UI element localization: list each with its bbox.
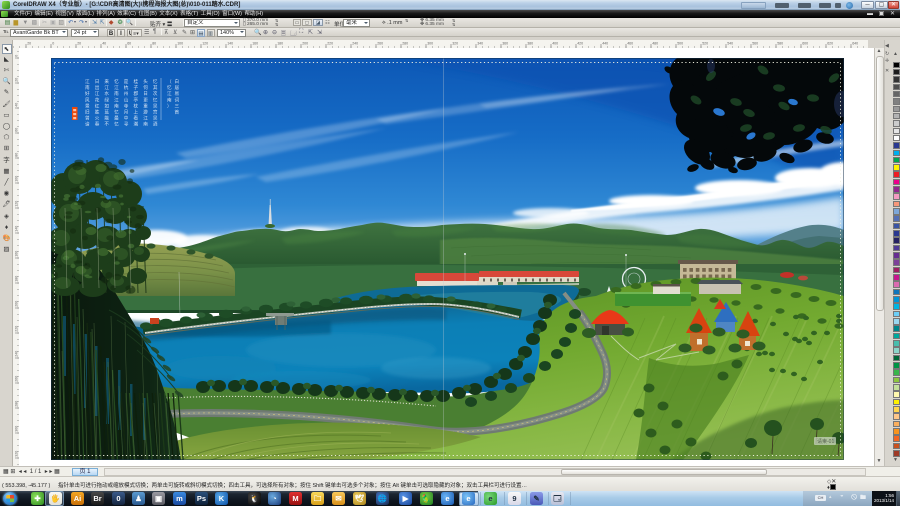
svg-text:100: 100 xyxy=(14,176,18,182)
svg-text:请柬-01: 请柬-01 xyxy=(817,438,834,445)
svg-text:40: 40 xyxy=(102,42,106,46)
svg-text:20: 20 xyxy=(27,42,31,46)
svg-text:280: 280 xyxy=(402,42,408,46)
svg-text:20: 20 xyxy=(14,78,18,82)
svg-text:80: 80 xyxy=(14,153,18,157)
svg-text:200: 200 xyxy=(14,301,18,307)
svg-text:380: 380 xyxy=(527,42,533,46)
svg-text:忆其次忆吴宫吴酒: 忆其次忆吴宫吴酒 xyxy=(153,78,158,128)
svg-text:160: 160 xyxy=(14,251,18,257)
svg-text:220: 220 xyxy=(14,326,18,332)
svg-text:140: 140 xyxy=(14,226,18,232)
svg-text:560: 560 xyxy=(752,42,758,46)
svg-text:60: 60 xyxy=(14,128,18,132)
svg-text:180: 180 xyxy=(277,42,283,46)
svg-text:40: 40 xyxy=(14,103,18,107)
svg-text:白居易词三首: 白居易词三首 xyxy=(175,78,180,116)
svg-text:60: 60 xyxy=(127,42,131,46)
svg-text:440: 440 xyxy=(602,42,608,46)
svg-text:160: 160 xyxy=(252,42,258,46)
svg-text:240: 240 xyxy=(14,351,18,357)
svg-text:620: 620 xyxy=(827,42,833,46)
svg-text:360: 360 xyxy=(502,42,508,46)
svg-text:300: 300 xyxy=(14,426,18,432)
svg-text:600: 600 xyxy=(802,42,808,46)
svg-text:280: 280 xyxy=(14,401,18,407)
svg-text:260: 260 xyxy=(14,376,18,382)
svg-text:340: 340 xyxy=(477,42,483,46)
svg-text:20: 20 xyxy=(77,42,81,46)
svg-text:540: 540 xyxy=(727,42,733,46)
svg-text:180: 180 xyxy=(14,276,18,282)
svg-text:0: 0 xyxy=(52,42,54,46)
svg-text:80: 80 xyxy=(152,42,156,46)
svg-text:120: 120 xyxy=(202,42,208,46)
svg-text:400: 400 xyxy=(552,42,558,46)
svg-text:（忆江南）: （忆江南） xyxy=(167,79,172,108)
svg-text:500: 500 xyxy=(677,42,683,46)
svg-text:120: 120 xyxy=(14,201,18,207)
svg-text:580: 580 xyxy=(777,42,783,46)
svg-text:是杭州山寺月中寻: 是杭州山寺月中寻 xyxy=(124,79,129,128)
svg-text:240: 240 xyxy=(352,42,358,46)
svg-text:320: 320 xyxy=(452,42,458,46)
svg-text:300: 300 xyxy=(427,42,433,46)
svg-text:0: 0 xyxy=(14,55,18,57)
svg-text:忆江南江南忆最忆: 忆江南江南忆最忆 xyxy=(114,78,119,128)
svg-text:100: 100 xyxy=(177,42,183,46)
svg-text:日出江花红胜火春: 日出江花红胜火春 xyxy=(95,79,100,128)
svg-text:640: 640 xyxy=(852,42,858,46)
svg-text:480: 480 xyxy=(652,42,658,46)
svg-text:220: 220 xyxy=(327,42,333,46)
svg-text:140: 140 xyxy=(227,42,233,46)
svg-text:520: 520 xyxy=(702,42,708,46)
svg-text:320: 320 xyxy=(14,451,18,457)
svg-text:260: 260 xyxy=(377,42,383,46)
svg-text:460: 460 xyxy=(627,42,633,46)
svg-text:200: 200 xyxy=(302,42,308,46)
svg-text:420: 420 xyxy=(577,42,583,46)
svg-text:来江水绿如蓝能不: 来江水绿如蓝能不 xyxy=(104,79,109,128)
svg-text:桂子郡亭枕上看潮: 桂子郡亭枕上看潮 xyxy=(134,78,139,128)
svg-text:江南好风景旧曾谙: 江南好风景旧曾谙 xyxy=(85,78,90,128)
